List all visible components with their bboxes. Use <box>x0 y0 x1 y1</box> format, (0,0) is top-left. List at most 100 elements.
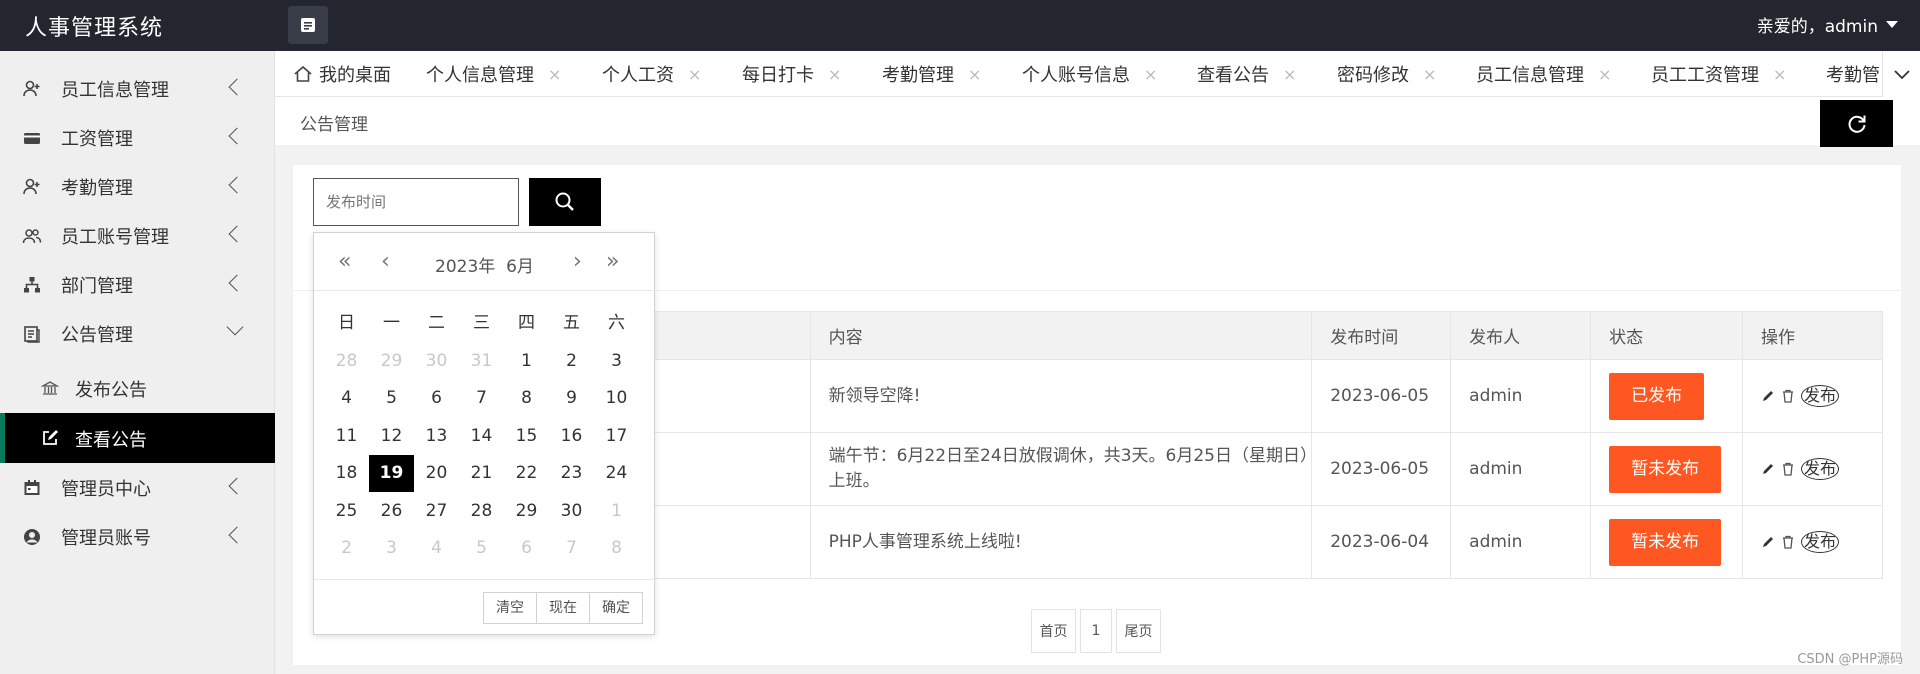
calendar-day[interactable]: 7 <box>549 530 594 567</box>
sidebar-item-admin-center[interactable]: 管理员中心 <box>0 463 275 512</box>
sidebar-item-salary[interactable]: 工资管理 <box>0 113 275 162</box>
calendar-day[interactable]: 15 <box>504 418 549 455</box>
calendar-day[interactable]: 11 <box>324 418 369 455</box>
calendar-day[interactable]: 20 <box>414 455 459 492</box>
calendar-day[interactable]: 16 <box>549 418 594 455</box>
publish-button[interactable]: 发布 <box>1801 458 1840 480</box>
calendar-day[interactable]: 29 <box>504 493 549 530</box>
calendar-day[interactable]: 28 <box>324 343 369 380</box>
sidebar-item-departments[interactable]: 部门管理 <box>0 260 275 309</box>
tab-personal-account[interactable]: 个人账号信息 × <box>1022 51 1157 96</box>
calendar-day[interactable]: 28 <box>459 493 504 530</box>
close-icon[interactable]: × <box>548 65 561 84</box>
calendar-day[interactable]: 25 <box>324 493 369 530</box>
close-icon[interactable]: × <box>828 65 841 84</box>
pencil-icon[interactable] <box>1761 389 1775 403</box>
clear-button[interactable]: 清空 <box>483 592 537 624</box>
calendar-day[interactable]: 6 <box>504 530 549 567</box>
sidebar-item-employee-accounts[interactable]: 员工账号管理 <box>0 211 275 260</box>
sidebar-item-announcements[interactable]: 公告管理 <box>0 309 275 358</box>
calendar-day[interactable]: 4 <box>324 380 369 417</box>
calendar-day[interactable]: 14 <box>459 418 504 455</box>
calendar-day[interactable]: 12 <box>369 418 414 455</box>
tab-home[interactable]: 我的桌面 <box>293 51 391 96</box>
now-button[interactable]: 现在 <box>536 592 590 624</box>
sidebar-subitem-view-announcements[interactable]: 查看公告 <box>0 413 275 463</box>
tab-more-button[interactable] <box>1882 51 1920 97</box>
calendar-day[interactable]: 9 <box>549 380 594 417</box>
publish-button[interactable]: 发布 <box>1801 385 1840 407</box>
tab-personal-info[interactable]: 个人信息管理 × <box>426 51 561 96</box>
calendar-day[interactable]: 23 <box>549 455 594 492</box>
pencil-icon[interactable] <box>1761 535 1775 549</box>
calendar-day[interactable]: 1 <box>594 493 639 530</box>
pencil-icon[interactable] <box>1761 462 1775 476</box>
calendar-day[interactable]: 24 <box>594 455 639 492</box>
tab-daily-checkin[interactable]: 每日打卡 × <box>742 51 841 96</box>
status-badge[interactable]: 暂未发布 <box>1609 518 1722 566</box>
calendar-day[interactable]: 13 <box>414 418 459 455</box>
sidebar-item-admin-account[interactable]: 管理员账号 <box>0 512 275 561</box>
trash-icon[interactable] <box>1781 389 1795 403</box>
calendar-day[interactable]: 2 <box>324 530 369 567</box>
month-select[interactable]: 6月 <box>506 257 534 277</box>
close-icon[interactable]: × <box>1144 65 1157 84</box>
first-page-button[interactable]: 首页 <box>1031 609 1076 653</box>
calendar-day[interactable]: 3 <box>594 343 639 380</box>
sidebar-subitem-publish-announcement[interactable]: 发布公告 <box>0 363 275 413</box>
page-number-button[interactable]: 1 <box>1080 609 1112 653</box>
close-icon[interactable]: × <box>1598 65 1611 84</box>
status-badge[interactable]: 已发布 <box>1609 372 1705 420</box>
publish-button[interactable]: 发布 <box>1801 531 1840 553</box>
calendar-day[interactable]: 10 <box>594 380 639 417</box>
trash-icon[interactable] <box>1781 535 1795 549</box>
calendar-day[interactable]: 5 <box>459 530 504 567</box>
confirm-button[interactable]: 确定 <box>589 592 643 624</box>
calendar-day[interactable]: 4 <box>414 530 459 567</box>
calendar-day[interactable]: 27 <box>414 493 459 530</box>
sidebar-toggle-button[interactable] <box>288 6 328 44</box>
calendar-day[interactable]: 26 <box>369 493 414 530</box>
sidebar-item-employee-info[interactable]: 员工信息管理 <box>0 64 275 113</box>
status-badge[interactable]: 暂未发布 <box>1609 445 1722 493</box>
calendar-day[interactable]: 3 <box>369 530 414 567</box>
search-button[interactable] <box>529 178 601 226</box>
refresh-button[interactable] <box>1820 100 1893 147</box>
calendar-day[interactable]: 8 <box>594 530 639 567</box>
calendar-day[interactable]: 19 <box>369 455 414 493</box>
publish-time-input[interactable] <box>313 178 519 226</box>
sidebar-item-attendance[interactable]: 考勤管理 <box>0 162 275 211</box>
calendar-day[interactable]: 31 <box>459 343 504 380</box>
year-select[interactable]: 2023年 <box>435 257 495 277</box>
close-icon[interactable]: × <box>688 65 701 84</box>
prev-year-icon[interactable]: « <box>338 251 351 273</box>
close-icon[interactable]: × <box>1423 65 1436 84</box>
calendar-day[interactable]: 7 <box>459 380 504 417</box>
calendar-day[interactable]: 17 <box>594 418 639 455</box>
tab-view-announcements[interactable]: 查看公告 × <box>1197 51 1296 96</box>
next-month-icon[interactable]: › <box>573 251 582 273</box>
tab-employee-info[interactable]: 员工信息管理 × <box>1476 51 1611 96</box>
next-year-icon[interactable]: » <box>606 251 619 273</box>
tab-attendance[interactable]: 考勤管理 × <box>882 51 981 96</box>
close-icon[interactable]: × <box>968 65 981 84</box>
calendar-day[interactable]: 2 <box>549 343 594 380</box>
calendar-day[interactable]: 1 <box>504 343 549 380</box>
calendar-day[interactable]: 22 <box>504 455 549 492</box>
calendar-day[interactable]: 30 <box>414 343 459 380</box>
tab-attendance-2[interactable]: 考勤管 <box>1826 51 1880 96</box>
last-page-button[interactable]: 尾页 <box>1116 609 1161 653</box>
calendar-day[interactable]: 6 <box>414 380 459 417</box>
prev-month-icon[interactable]: ‹ <box>381 251 390 273</box>
user-menu[interactable]: 亲爱的，admin <box>1757 12 1898 37</box>
close-icon[interactable]: × <box>1773 65 1786 84</box>
breadcrumb[interactable]: 公告管理 <box>300 110 368 135</box>
tab-employee-salary[interactable]: 员工工资管理 × <box>1651 51 1786 96</box>
trash-icon[interactable] <box>1781 462 1795 476</box>
calendar-day[interactable]: 30 <box>549 493 594 530</box>
tab-personal-salary[interactable]: 个人工资 × <box>602 51 701 96</box>
calendar-day[interactable]: 8 <box>504 380 549 417</box>
close-icon[interactable]: × <box>1283 65 1296 84</box>
calendar-day[interactable]: 5 <box>369 380 414 417</box>
calendar-day[interactable]: 29 <box>369 343 414 380</box>
